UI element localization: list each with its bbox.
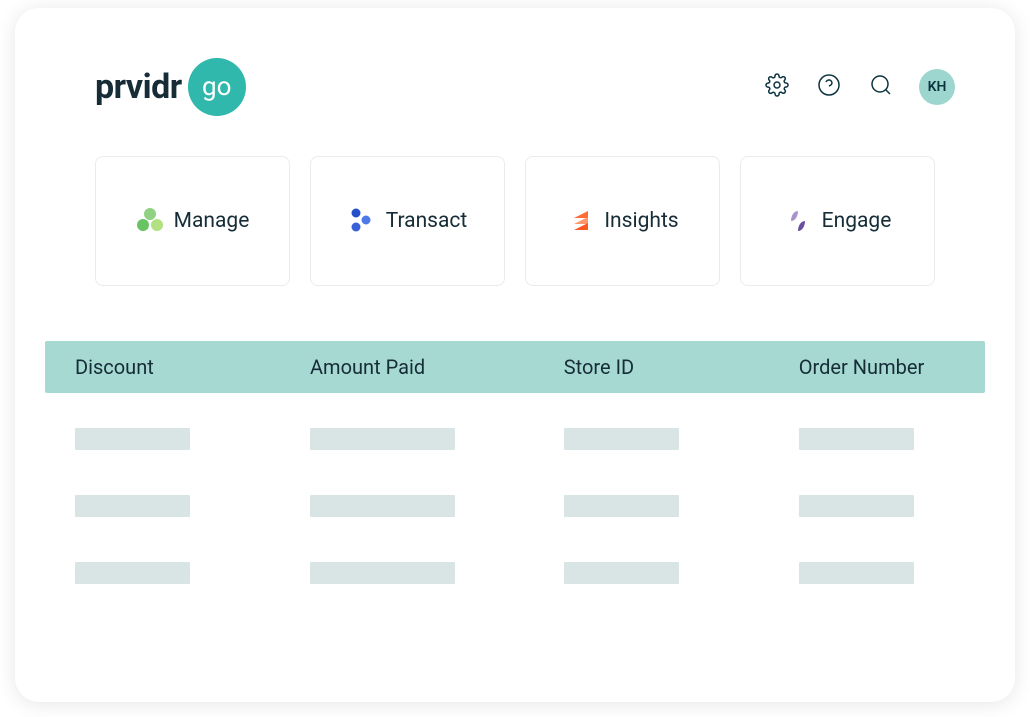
manage-icon [136,207,164,235]
gear-icon [765,73,789,101]
logo-text: prvidr [95,67,182,107]
table-section: Discount Amount Paid Store ID Order Numb… [15,341,1015,584]
table-header: Discount Amount Paid Store ID Order Numb… [45,341,985,393]
placeholder-bar [799,428,914,450]
nav-card-label: Transact [386,209,468,233]
logo-badge: go [188,58,246,116]
column-header-amount-paid[interactable]: Amount Paid [280,355,534,379]
help-button[interactable] [815,73,843,101]
settings-button[interactable] [763,73,791,101]
search-icon [869,73,893,101]
placeholder-bar [75,428,190,450]
insights-icon [566,207,594,235]
transact-icon [348,207,376,235]
table-cell [769,562,985,584]
placeholder-bar [564,428,679,450]
table-cell [769,428,985,450]
placeholder-bar [799,495,914,517]
table-cell [45,428,280,450]
placeholder-bar [564,562,679,584]
avatar[interactable]: KH [919,69,955,105]
nav-card-label: Insights [604,209,678,233]
column-header-store-id[interactable]: Store ID [534,355,769,379]
engage-icon [784,207,812,235]
column-header-discount[interactable]: Discount [45,355,280,379]
table-cell [534,562,769,584]
nav-card-engage[interactable]: Engage [740,156,935,286]
placeholder-bar [310,428,455,450]
column-header-order-number[interactable]: Order Number [769,355,985,379]
table-cell [45,495,280,517]
table-cell [534,428,769,450]
nav-card-insights[interactable]: Insights [525,156,720,286]
table-cell [45,562,280,584]
placeholder-bar [310,562,455,584]
table-cell [280,562,534,584]
nav-card-transact[interactable]: Transact [310,156,505,286]
placeholder-bar [75,495,190,517]
placeholder-bar [799,562,914,584]
placeholder-bar [310,495,455,517]
table-body [45,393,985,584]
header-actions: KH [763,69,955,105]
help-icon [817,73,841,101]
nav-card-manage[interactable]: Manage [95,156,290,286]
nav-card-label: Engage [822,209,892,233]
table-row [45,495,985,517]
app-frame: prvidr go KH [15,8,1015,702]
table-row [45,562,985,584]
header: prvidr go KH [15,58,1015,116]
logo[interactable]: prvidr go [95,58,246,116]
nav-cards: Manage Transact Insights [15,156,1015,286]
nav-card-label: Manage [174,209,250,233]
placeholder-bar [75,562,190,584]
table-cell [534,495,769,517]
table-cell [769,495,985,517]
table-cell [280,495,534,517]
placeholder-bar [564,495,679,517]
table-row [45,428,985,450]
table-cell [280,428,534,450]
search-button[interactable] [867,73,895,101]
